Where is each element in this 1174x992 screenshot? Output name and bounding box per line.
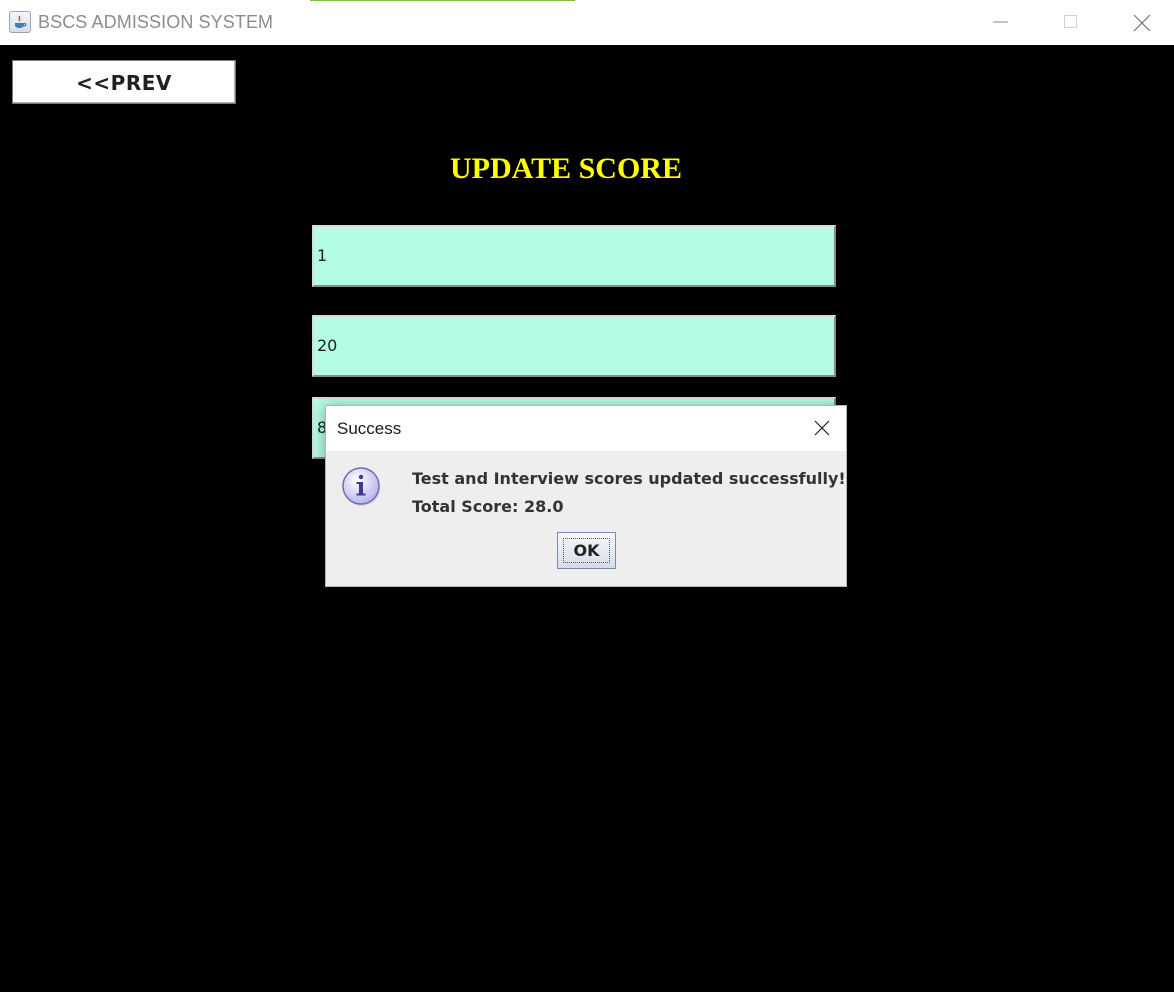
minimize-button[interactable] [971,0,1031,45]
dialog-title: Success [337,419,402,438]
window-title-bar: BSCS ADMISSION SYSTEM [0,0,1174,45]
window-title: BSCS ADMISSION SYSTEM [38,12,274,32]
maximize-icon [1064,15,1077,28]
total-score-text: Total Score: 28.0 [412,497,564,516]
dialog-close-button[interactable] [806,416,838,442]
success-dialog: Success Test and Interview scores update… [325,405,847,587]
close-icon [1133,14,1151,32]
title-bar-accent [310,0,575,1]
close-button[interactable] [1111,0,1171,45]
dialog-message: Test and Interview scores updated succes… [412,469,846,488]
close-icon [814,420,830,436]
test-score-field[interactable]: 20 [312,315,836,377]
student-id-field[interactable]: 1 [312,225,836,287]
info-icon [341,466,381,506]
dialog-title-bar: Success [326,406,846,451]
prev-button[interactable]: <<PREV [12,60,236,104]
maximize-button[interactable] [1041,0,1101,45]
ok-button[interactable]: OK [557,532,616,569]
page-title: UPDATE SCORE [450,152,682,185]
minimize-icon [993,21,1008,23]
ok-button-label: OK [563,538,610,563]
java-icon [9,11,31,33]
